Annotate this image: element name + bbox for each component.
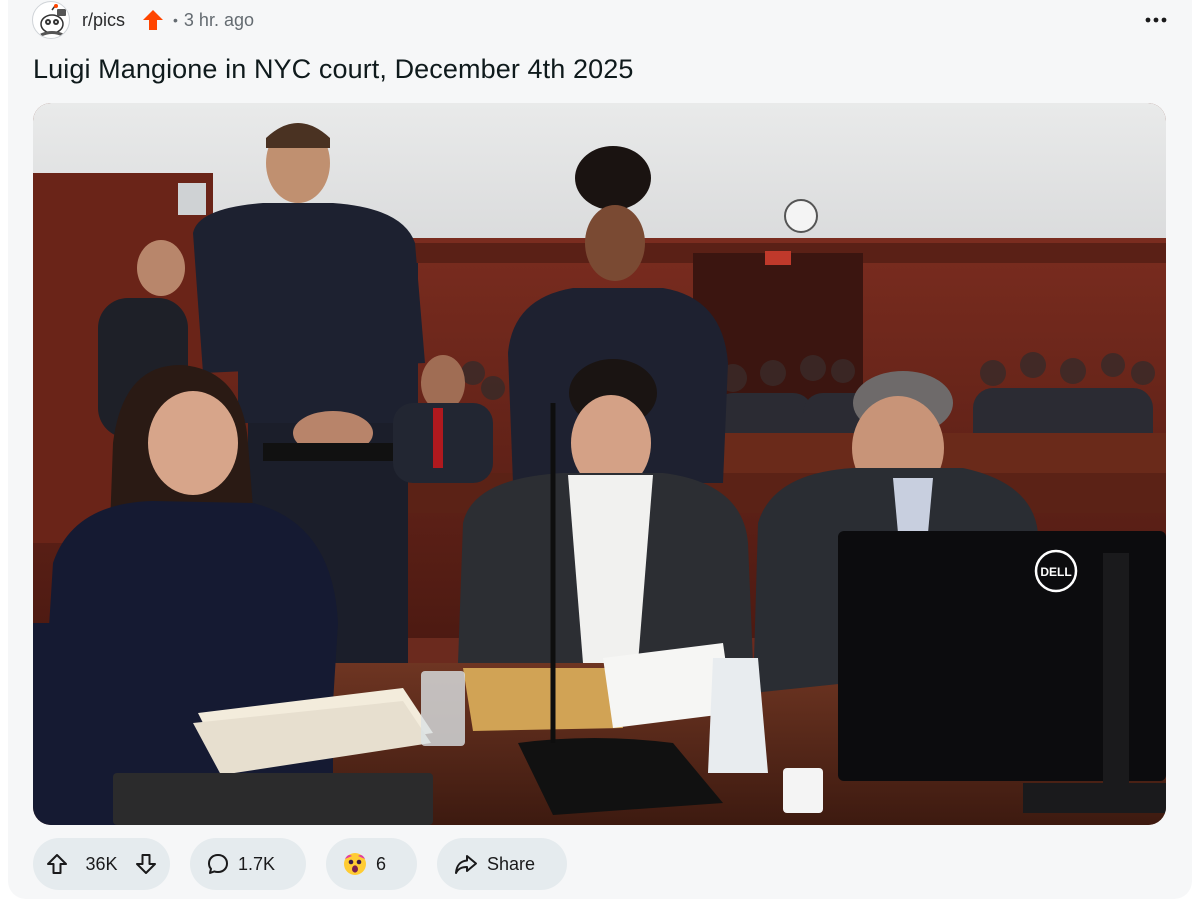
comment-bubble-icon (208, 854, 228, 874)
meta-separator: • (173, 12, 178, 28)
award-count: 6 (376, 853, 387, 874)
post-header: r/pics • 3 hr. ago (32, 0, 1172, 40)
comments-button[interactable]: 1.7K (190, 838, 306, 890)
comment-count: 1.7K (238, 853, 276, 874)
upvote-button[interactable] (45, 852, 69, 876)
share-button[interactable]: Share (437, 838, 567, 890)
share-arrow-icon (455, 855, 477, 874)
subreddit-avatar[interactable] (32, 1, 70, 39)
arrow-down-icon (136, 854, 156, 874)
orange-up-arrow-icon (139, 6, 167, 34)
arrow-up-icon (47, 854, 67, 874)
vote-control: 36K (33, 838, 170, 890)
award-button[interactable]: 6 (326, 838, 417, 890)
post-timestamp: 3 hr. ago (183, 9, 254, 30)
post-image[interactable]: DELL (33, 103, 1166, 825)
subreddit-name[interactable]: r/pics (82, 10, 125, 31)
post-title[interactable]: Luigi Mangione in NYC court, December 4t… (33, 54, 633, 85)
vote-count: 36K (85, 853, 118, 874)
post-card: r/pics • 3 hr. ago Luigi Mangione in NYC… (8, 0, 1192, 899)
monitor-brand-logo: DELL (1040, 565, 1071, 579)
share-label: Share (487, 853, 536, 874)
more-options-button[interactable] (1140, 6, 1172, 34)
post-action-bar: 36K 1.7K 6 Share (33, 838, 567, 890)
more-dots-icon (1145, 17, 1167, 23)
downvote-button[interactable] (134, 852, 158, 876)
shocked-face-award-icon (344, 853, 366, 875)
